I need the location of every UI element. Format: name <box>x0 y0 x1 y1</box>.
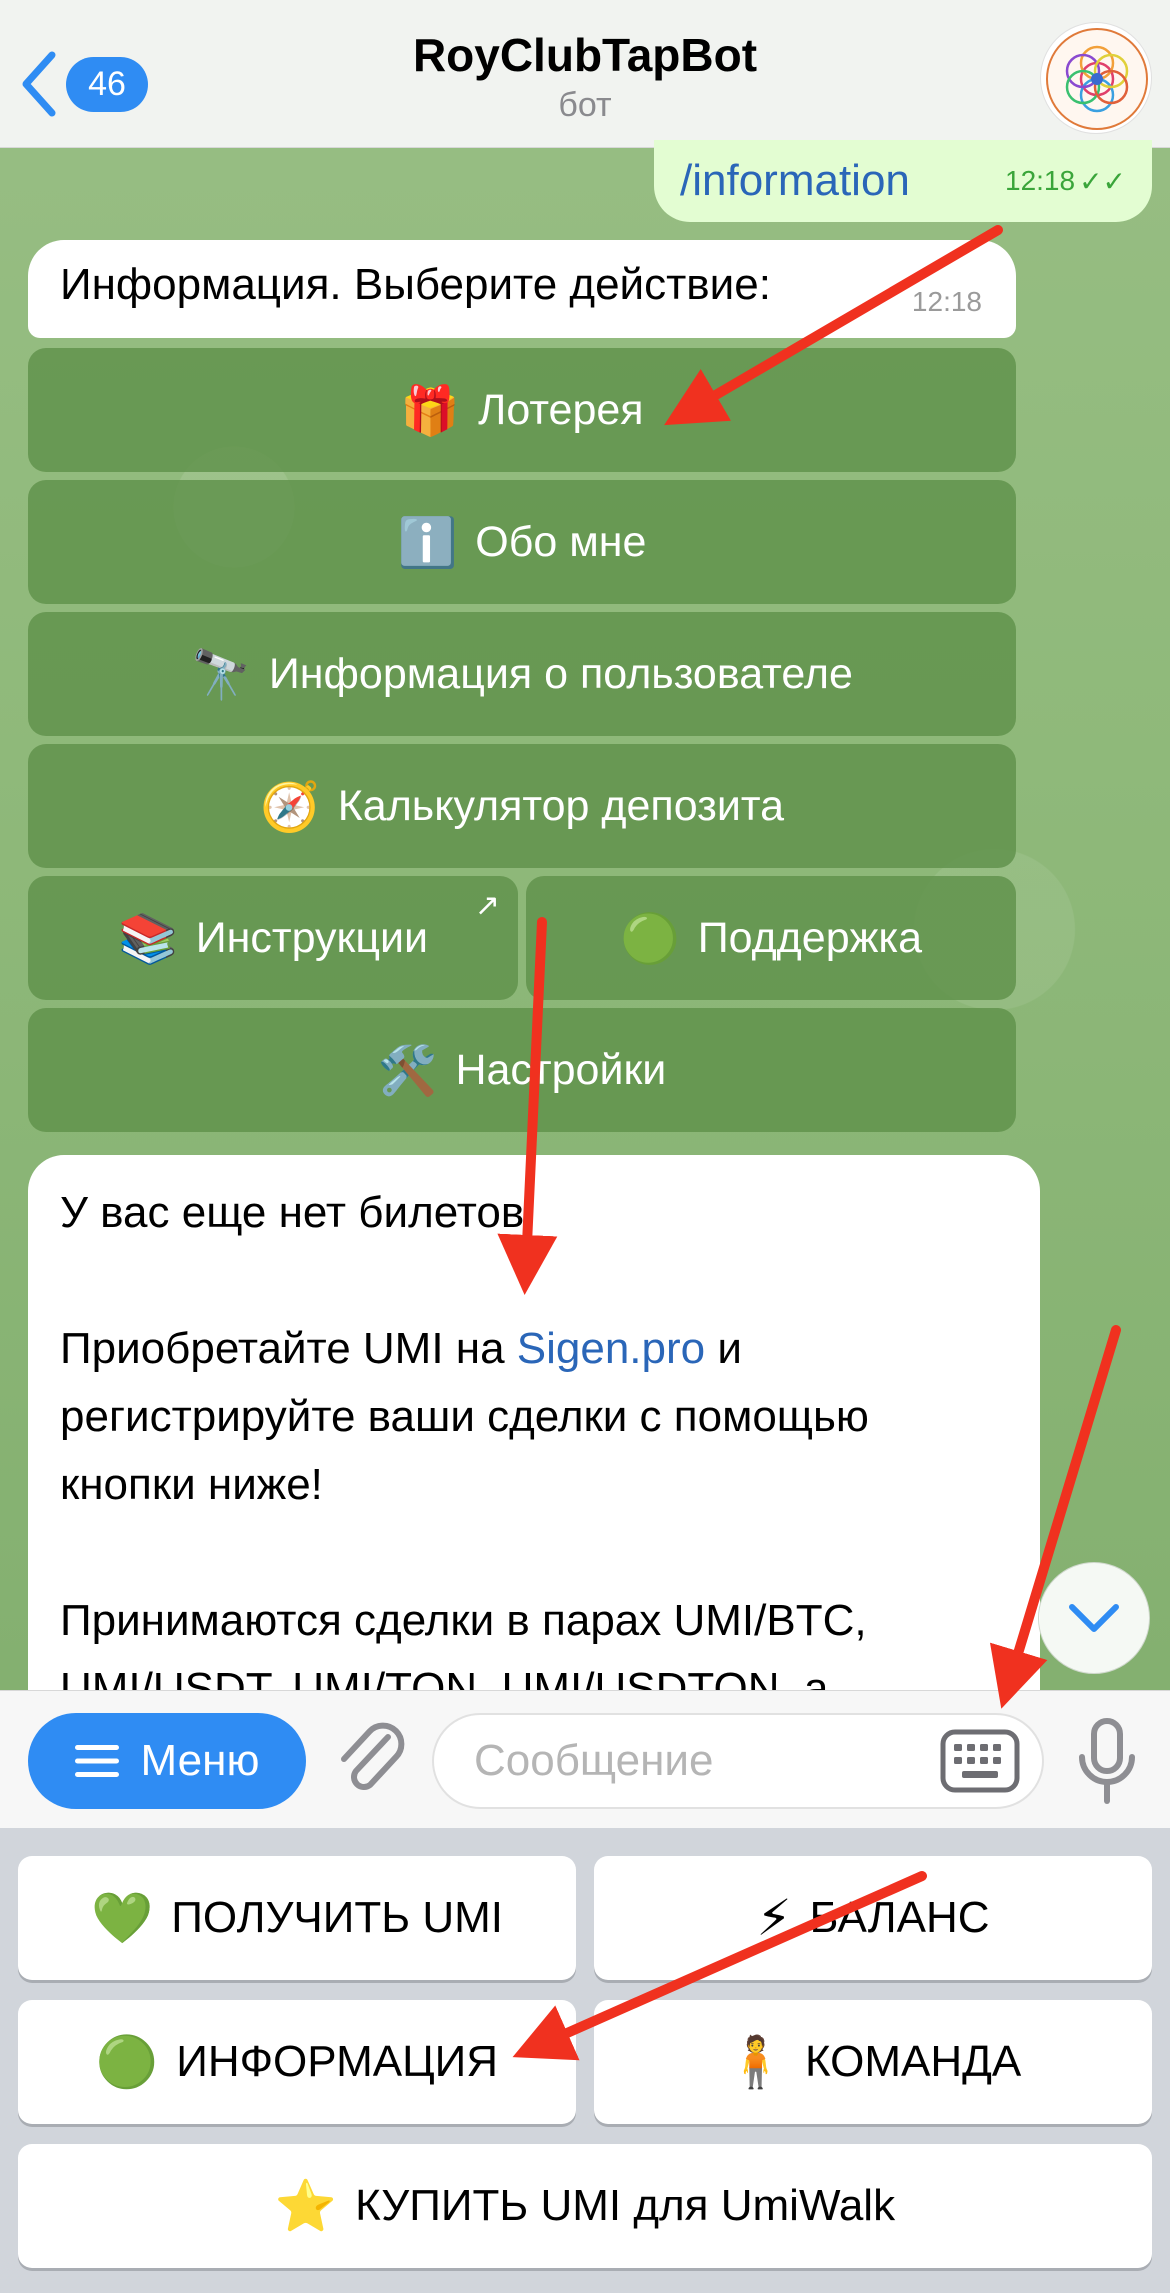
incoming-message[interactable]: Информация. Выберите действие: 12:18 <box>28 240 1016 338</box>
inline-button-lottery[interactable]: 🎁 Лотерея <box>28 348 1016 472</box>
scroll-down-button[interactable] <box>1038 1562 1150 1674</box>
inline-button-label: Поддержка <box>697 913 923 962</box>
chat-title: RoyClubTapBot <box>412 29 758 81</box>
green-circle-icon: 🟢 <box>95 2033 159 2090</box>
compass-icon: 🧭 <box>259 780 320 834</box>
chat-title-block[interactable]: RoyClubTapBot бот <box>300 28 870 125</box>
books-icon: 📚 <box>117 912 178 966</box>
reply-keyboard: 💚 ПОЛУЧИТЬ UMI ⚡ БАЛАНС 🟢 ИНФОРМАЦИЯ 🧍 К… <box>0 1828 1170 2293</box>
incoming-message-text: Информация. Выберите действие: <box>60 260 771 309</box>
reply-button-label: ПОЛУЧИТЬ UMI <box>171 1893 504 1942</box>
inline-button-label: Лотерея <box>478 385 644 434</box>
tools-icon: 🛠️ <box>377 1044 438 1098</box>
green-circle-icon: 🟢 <box>619 912 680 966</box>
chat-header: 46 RoyClubTapBot бот <box>0 0 1170 148</box>
chat-subtitle: бот <box>558 86 612 124</box>
message-input-bar: Меню Сообщение <box>0 1690 1170 1828</box>
outgoing-message-time: 12:18 <box>1005 165 1076 196</box>
person-icon: 🧍 <box>724 2033 787 2090</box>
bot-menu-button[interactable]: Меню <box>28 1713 306 1809</box>
inline-button-settings[interactable]: 🛠️ Настройки <box>28 1008 1016 1132</box>
inline-button-user-info[interactable]: 🔭 Информация о пользователе <box>28 612 1016 736</box>
star-icon: ⭐ <box>274 2177 338 2234</box>
unread-count-badge: 46 <box>66 56 148 112</box>
inline-button-deposit-calculator[interactable]: 🧭 Калькулятор депозита <box>28 744 1016 868</box>
message-paragraph: У вас еще нет билетов. <box>60 1188 537 1237</box>
green-heart-icon: 💚 <box>90 1889 154 1946</box>
message-paragraph: Приобретайте UMI на Sigen.pro и регистри… <box>60 1315 1008 1519</box>
reply-button-team[interactable]: 🧍 КОМАНДА <box>594 2000 1152 2124</box>
paperclip-icon[interactable] <box>330 1719 410 1803</box>
reply-button-get-umi[interactable]: 💚 ПОЛУЧИТЬ UMI <box>18 1856 576 1980</box>
reply-button-label: КОМАНДА <box>804 2037 1022 2086</box>
inline-button-label: Инструкции <box>195 913 429 962</box>
inline-button-about[interactable]: ℹ️ Обо мне <box>28 480 1016 604</box>
chevron-down-icon <box>1069 1604 1119 1632</box>
gift-icon: 🎁 <box>400 384 461 438</box>
keyboard-icon[interactable] <box>940 1729 1020 1793</box>
external-link-icon: ↗ <box>474 889 500 922</box>
lottery-info-message[interactable]: У вас еще нет билетов. Приобретайте UMI … <box>28 1155 1040 1715</box>
chevron-left-icon <box>18 49 58 119</box>
bot-avatar[interactable] <box>1040 22 1152 134</box>
sigen-link[interactable]: Sigen.pro <box>517 1324 705 1373</box>
lightning-icon: ⚡ <box>756 1890 792 1946</box>
outgoing-message-text: /information <box>680 156 910 205</box>
inline-button-label: Настройки <box>455 1045 667 1094</box>
hamburger-icon <box>74 1745 119 1777</box>
inline-button-label: Калькулятор депозита <box>337 781 785 830</box>
telescope-icon: 🔭 <box>191 648 251 702</box>
message-text: Приобретайте UMI на <box>60 1324 517 1373</box>
inline-button-support[interactable]: 🟢 Поддержка <box>526 876 1016 1000</box>
reply-button-label: БАЛАНС <box>809 1893 990 1942</box>
outgoing-message[interactable]: /information 12:18 ✓✓ <box>654 140 1152 222</box>
reply-button-information[interactable]: 🟢 ИНФОРМАЦИЯ <box>18 2000 576 2124</box>
reply-button-label: КУПИТЬ UMI для UmiWalk <box>355 2181 896 2230</box>
info-icon: ℹ️ <box>397 516 458 570</box>
menu-button-label: Меню <box>140 1736 260 1785</box>
microphone-icon[interactable] <box>1072 1717 1142 1809</box>
incoming-message-time: 12:18 <box>911 286 982 317</box>
double-check-icon: ✓✓ <box>1079 165 1126 197</box>
inline-button-label: Информация о пользователе <box>268 649 853 698</box>
reply-button-buy-umi[interactable]: ⭐ КУПИТЬ UMI для UmiWalk <box>18 2144 1152 2268</box>
reply-button-balance[interactable]: ⚡ БАЛАНС <box>594 1856 1152 1980</box>
back-button[interactable]: 46 <box>18 44 148 124</box>
reply-button-label: ИНФОРМАЦИЯ <box>176 2037 499 2086</box>
inline-button-instructions[interactable]: 📚 Инструкции ↗ <box>28 876 518 1000</box>
flower-of-life-logo-icon <box>1046 28 1148 130</box>
inline-button-label: Обо мне <box>475 517 647 566</box>
